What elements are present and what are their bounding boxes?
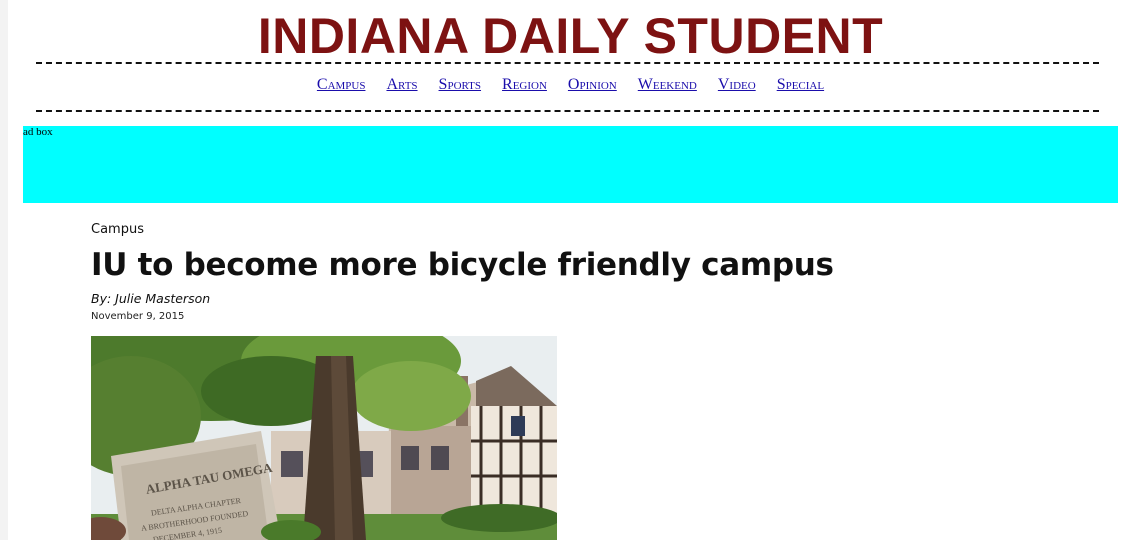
nav-link-weekend[interactable]: Weekend [638, 74, 697, 98]
article: Campus IU to become more bicycle friendl… [91, 220, 1091, 324]
nav-link-campus[interactable]: Campus [317, 74, 366, 98]
bottom-divider [36, 110, 1099, 112]
nav-link-region[interactable]: Region [502, 74, 547, 98]
site-masthead[interactable]: INDIANA DAILY STUDENT [0, 6, 1141, 66]
nav-link-video[interactable]: Video [718, 74, 756, 98]
article-byline: By: Julie Masterson [91, 291, 211, 306]
article-photo: ALPHA TAU OMEGA DELTA ALPHA CHAPTER A BR… [91, 336, 557, 540]
article-category[interactable]: Campus [91, 220, 1091, 240]
top-divider [36, 62, 1099, 64]
article-headline: IU to become more bicycle friendly campu… [91, 247, 834, 283]
nav-link-opinion[interactable]: Opinion [568, 74, 617, 98]
nav-link-special[interactable]: Special [777, 74, 824, 98]
ad-box-label: ad box [23, 126, 53, 138]
nav-link-arts[interactable]: Arts [386, 74, 417, 98]
article-date: November 9, 2015 [91, 311, 185, 322]
nav-link-sports[interactable]: Sports [439, 74, 481, 98]
main-nav: Campus Arts Sports Region Opinion Weeken… [0, 74, 1141, 98]
ad-box[interactable]: ad box [23, 126, 1118, 203]
